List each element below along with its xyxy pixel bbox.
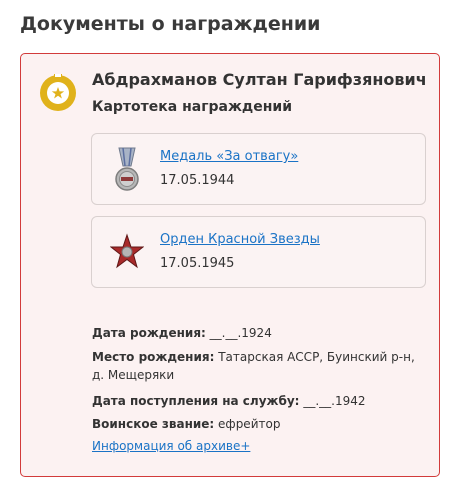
section-title: Документы о награждении [20,13,321,35]
award-date: 17.05.1944 [160,173,235,188]
service-date-label: Дата поступления на службу: [92,394,300,408]
award-link[interactable]: Орден Красной Звезды [160,232,320,247]
award-documents-card: Абдрахманов Султан Гарифзянович Картотек… [20,53,440,477]
person-name: Абдрахманов Султан Гарифзянович [92,70,427,89]
award-badge-icon [39,74,77,112]
birth-date-label: Дата рождения: [92,326,206,340]
award-item: Орден Красной Звезды 17.05.1945 [91,216,426,288]
service-date-value: __.__.1942 [303,394,366,408]
archive-info-link[interactable]: Информация об архиве+ [92,439,250,453]
birth-date-row: Дата рождения: __.__.1924 [92,324,272,342]
birth-place-label: Место рождения: [92,350,215,364]
award-date: 17.05.1945 [160,256,235,271]
rank-value: ефрейтор [218,417,281,431]
rank-label: Воинское звание: [92,417,215,431]
red-star-order-icon [109,229,145,277]
rank-row: Воинское звание: ефрейтор [92,415,280,433]
birth-place-row: Место рождения: Татарская АССР, Буинский… [92,348,422,384]
birth-date-value: __.__.1924 [209,326,272,340]
award-link[interactable]: Медаль «За отвагу» [160,149,298,164]
award-item: Медаль «За отвагу» 17.05.1944 [91,133,426,205]
card-subtitle: Картотека награждений [92,99,293,115]
service-date-row: Дата поступления на службу: __.__.1942 [92,392,365,410]
medal-icon [110,146,144,194]
